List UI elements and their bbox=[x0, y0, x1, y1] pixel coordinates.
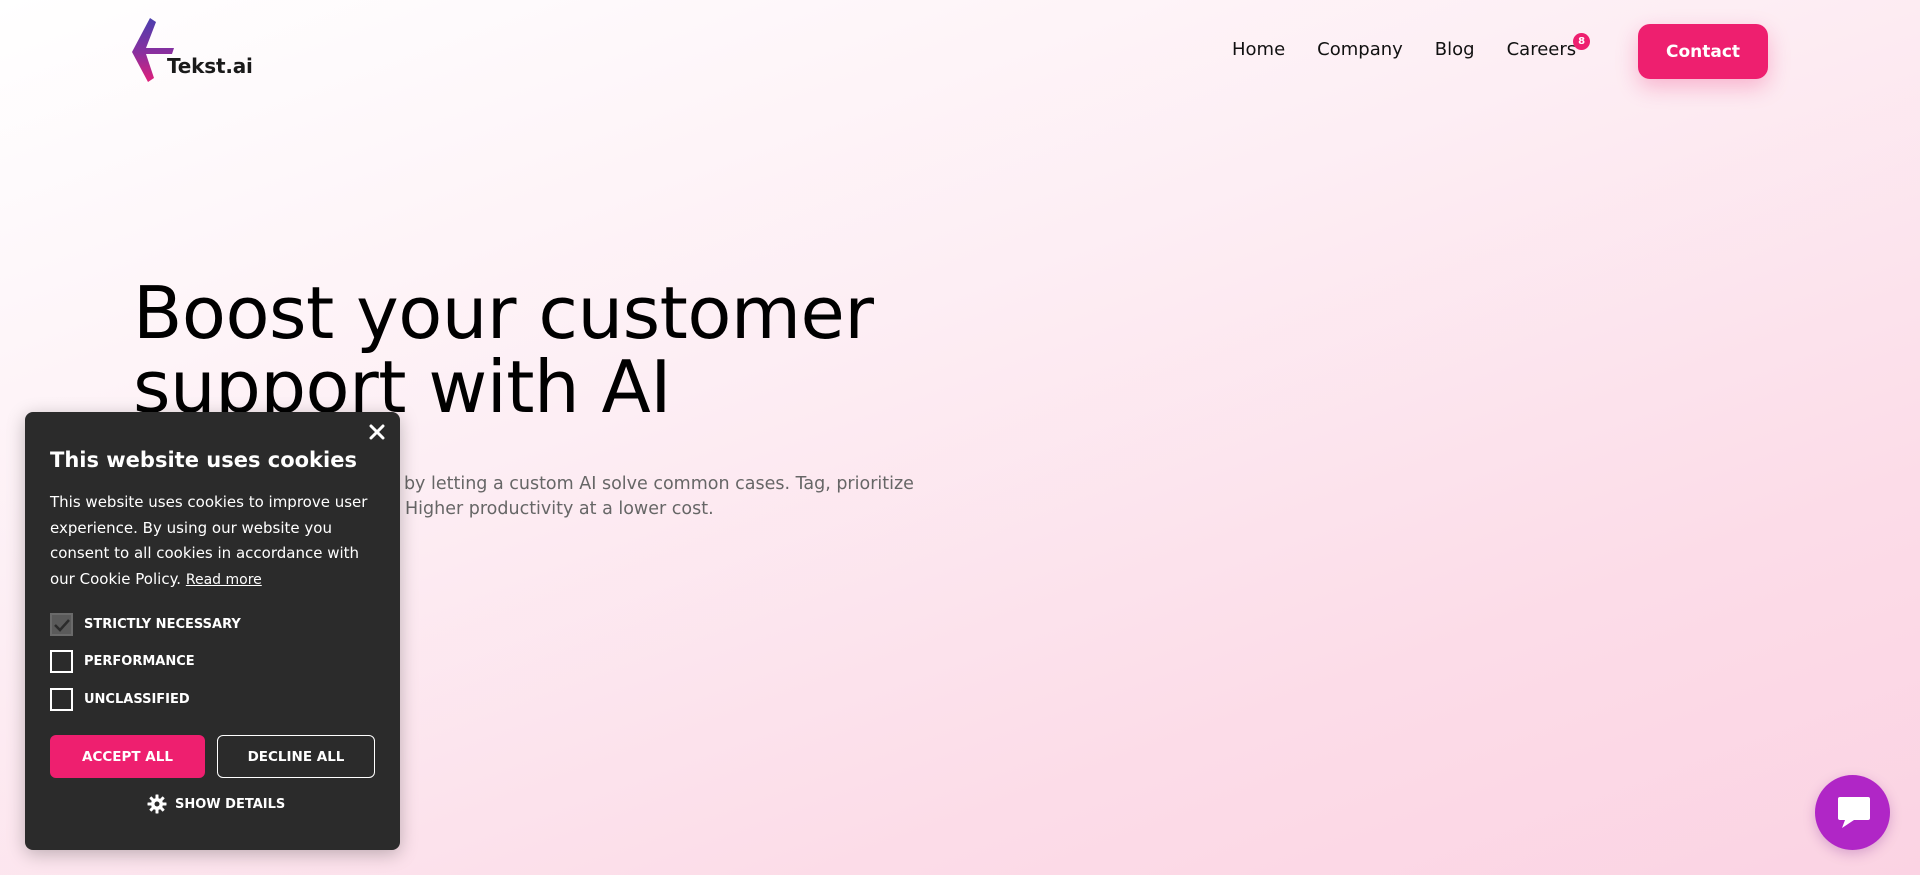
decline-all-button[interactable]: DECLINE ALL bbox=[217, 735, 375, 778]
option-label-strictly-necessary: STRICTLY NECESSARY bbox=[84, 617, 241, 632]
careers-count-badge: 8 bbox=[1573, 33, 1591, 50]
nav-home[interactable]: Home bbox=[1232, 38, 1285, 62]
cookie-description: This website uses cookies to improve use… bbox=[50, 490, 380, 593]
option-performance[interactable]: PERFORMANCE bbox=[50, 650, 195, 673]
cookie-title: This website uses cookies bbox=[50, 448, 357, 472]
option-label-unclassified: UNCLASSIFIED bbox=[84, 692, 190, 707]
chat-launcher-button[interactable] bbox=[1815, 775, 1890, 850]
hero-title: Boost your customer support with AI bbox=[133, 276, 1033, 424]
close-icon[interactable] bbox=[367, 422, 387, 442]
gear-icon bbox=[147, 794, 167, 814]
logo-text: Tekst.ai bbox=[167, 54, 253, 78]
option-label-performance: PERFORMANCE bbox=[84, 654, 195, 669]
checkbox-strictly-necessary[interactable] bbox=[50, 613, 73, 636]
chat-bubble-icon bbox=[1837, 796, 1870, 828]
option-unclassified[interactable]: UNCLASSIFIED bbox=[50, 688, 190, 711]
cookie-consent-panel: This website uses cookies This website u… bbox=[25, 412, 400, 850]
show-details-toggle[interactable]: SHOW DETAILS bbox=[147, 794, 285, 814]
read-more-link[interactable]: Read more bbox=[186, 572, 262, 588]
nav-careers-label: Careers bbox=[1506, 39, 1577, 60]
option-strictly-necessary[interactable]: STRICTLY NECESSARY bbox=[50, 613, 241, 636]
nav-blog[interactable]: Blog bbox=[1435, 38, 1475, 62]
main-nav: Home Company Blog Careers 8 bbox=[1232, 33, 1591, 62]
nav-company[interactable]: Company bbox=[1317, 38, 1403, 62]
checkbox-performance[interactable] bbox=[50, 650, 73, 673]
nav-careers[interactable]: Careers 8 bbox=[1506, 33, 1591, 62]
accept-all-button[interactable]: ACCEPT ALL bbox=[50, 735, 205, 778]
hero-title-line-1: Boost your customer bbox=[133, 271, 874, 355]
logo[interactable]: Tekst.ai bbox=[132, 18, 253, 82]
checkbox-unclassified[interactable] bbox=[50, 688, 73, 711]
contact-button[interactable]: Contact bbox=[1638, 24, 1768, 79]
checkmark-icon bbox=[53, 618, 70, 632]
show-details-label: SHOW DETAILS bbox=[175, 796, 286, 812]
